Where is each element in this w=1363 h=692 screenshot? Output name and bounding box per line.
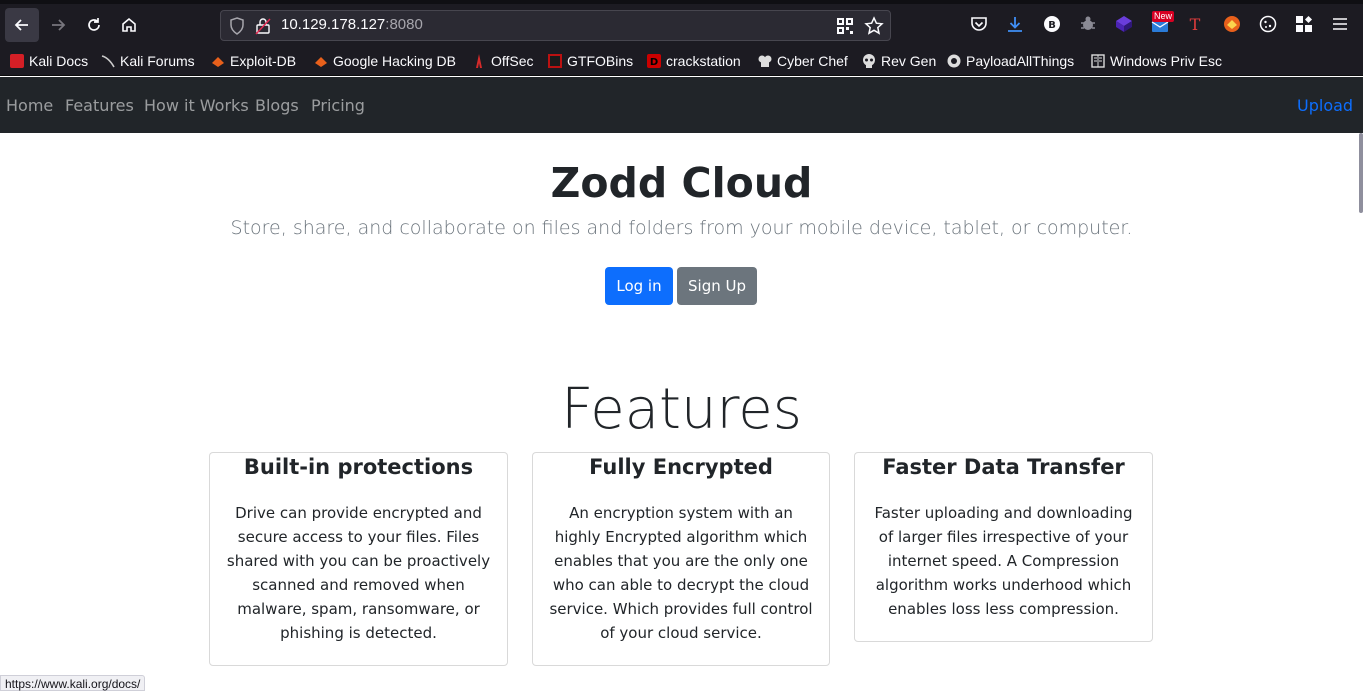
hamburger-menu-icon[interactable] xyxy=(1330,14,1350,34)
github-icon xyxy=(947,54,961,68)
offsec-icon xyxy=(472,54,486,68)
bookmark-label: GTFOBins xyxy=(567,53,633,69)
back-button[interactable] xyxy=(5,8,39,42)
feature-card-body: Drive can provide encrypted and secure a… xyxy=(226,501,491,645)
new-badge: New xyxy=(1152,11,1174,22)
bookmark-kali-forums[interactable]: Kali Forums xyxy=(101,52,195,70)
qr-code-icon[interactable] xyxy=(836,17,854,35)
bookmark-rev-gen[interactable]: Rev Gen xyxy=(862,52,936,70)
features-title: Features xyxy=(0,377,1363,442)
status-url-tooltip: https://www.kali.org/docs/ xyxy=(0,675,145,691)
bookmark-star-icon[interactable] xyxy=(864,16,884,36)
bookmark-offsec[interactable]: OffSec xyxy=(472,52,534,70)
nav-blogs[interactable]: Blogs xyxy=(255,96,299,115)
home-icon xyxy=(120,16,138,34)
hero-title: Zodd Cloud xyxy=(0,159,1363,207)
extension-b-icon[interactable]: B xyxy=(1042,14,1062,34)
extension-bug-icon[interactable] xyxy=(1078,14,1098,34)
login-button[interactable]: Log in xyxy=(605,267,673,305)
reload-icon xyxy=(85,16,103,34)
nav-home[interactable]: Home xyxy=(6,96,53,115)
bookmark-label: PayloadAllThings xyxy=(966,53,1074,69)
tab-strip xyxy=(0,0,1363,4)
pocket-icon[interactable] xyxy=(969,14,989,34)
arrow-left-icon xyxy=(13,16,31,34)
extension-t-icon[interactable]: T xyxy=(1185,14,1205,34)
bookmark-payloadallthings[interactable]: PayloadAllThings xyxy=(947,52,1074,70)
bookmark-cyber-chef[interactable]: Cyber Chef xyxy=(758,52,848,70)
arrow-right-icon xyxy=(49,16,67,34)
download-icon[interactable] xyxy=(1005,14,1025,34)
bookmark-label: crackstation xyxy=(666,53,741,69)
crackstation-icon: D xyxy=(647,54,661,68)
bookmark-label: Rev Gen xyxy=(881,53,936,69)
feature-card-encrypted: Fully Encrypted An encryption system wit… xyxy=(532,452,830,666)
cyberchef-icon xyxy=(758,54,772,68)
feature-card-transfer: Faster Data Transfer Faster uploading an… xyxy=(854,452,1153,642)
feature-card-title: Fully Encrypted xyxy=(549,455,813,479)
bookmark-label: Cyber Chef xyxy=(777,53,848,69)
nav-how-it-works[interactable]: How it Works xyxy=(144,96,249,115)
bookmark-label: Google Hacking DB xyxy=(333,53,456,69)
feature-card-body: Faster uploading and downloading of larg… xyxy=(871,501,1136,621)
bookmark-windows-priv-esc[interactable]: Windows Priv Esc xyxy=(1091,52,1222,70)
nav-upload[interactable]: Upload xyxy=(1297,96,1353,115)
hero-subtitle: Store, share, and collaborate on files a… xyxy=(0,217,1363,239)
feature-card-body: An encryption system with an highly Encr… xyxy=(549,501,813,645)
svg-text:D: D xyxy=(650,57,658,68)
bookmarks-bar: Kali Docs Kali Forums Exploit-DB Google … xyxy=(0,46,1363,76)
site-navbar: Home Features How it Works Blogs Pricing… xyxy=(0,77,1363,133)
shield-icon[interactable] xyxy=(229,17,245,35)
feature-card-title: Faster Data Transfer xyxy=(871,455,1136,479)
signup-button[interactable]: Sign Up xyxy=(677,267,757,305)
reload-button[interactable] xyxy=(77,8,111,42)
svg-text:T: T xyxy=(1190,15,1201,33)
ghdb-icon xyxy=(314,54,328,68)
bookmark-exploit-db[interactable]: Exploit-DB xyxy=(211,52,296,70)
bookmark-label: Kali Docs xyxy=(29,53,88,69)
extensions-puzzle-icon[interactable] xyxy=(1294,14,1314,34)
forward-button[interactable] xyxy=(41,8,75,42)
lock-warning-icon[interactable] xyxy=(255,17,271,35)
extension-cube-icon[interactable] xyxy=(1114,14,1134,34)
book-icon xyxy=(1091,54,1105,68)
nav-features[interactable]: Features xyxy=(65,96,134,115)
exploitdb-icon xyxy=(211,54,225,68)
feature-card-protections: Built-in protections Drive can provide e… xyxy=(209,452,508,666)
bookmark-google-hacking-db[interactable]: Google Hacking DB xyxy=(314,52,456,70)
bookmark-gtfobins[interactable]: GTFOBins xyxy=(548,52,633,70)
kali-dragon-icon xyxy=(101,54,115,68)
skull-icon xyxy=(862,54,876,68)
feature-card-title: Built-in protections xyxy=(226,455,491,479)
home-button[interactable] xyxy=(112,8,146,42)
extension-fox-icon[interactable] xyxy=(1222,14,1242,34)
url-host: 10.129.178.127 xyxy=(281,16,385,33)
bookmark-label: Kali Forums xyxy=(120,53,195,69)
nav-pricing[interactable]: Pricing xyxy=(311,96,365,115)
page-scrollbar[interactable] xyxy=(1359,133,1363,213)
url-port: :8080 xyxy=(385,16,423,33)
bookmark-kali-docs[interactable]: Kali Docs xyxy=(10,52,88,70)
bookmark-crackstation[interactable]: Dcrackstation xyxy=(647,52,741,70)
browser-toolbar: 10.129.178.127:8080 B New T xyxy=(0,0,1363,46)
web-page: Home Features How it Works Blogs Pricing… xyxy=(0,77,1363,691)
bookmark-label: OffSec xyxy=(491,53,534,69)
gtfobins-icon xyxy=(548,54,562,68)
url-text[interactable]: 10.129.178.127:8080 xyxy=(281,16,423,33)
cookie-icon[interactable] xyxy=(1258,14,1278,34)
svg-text:B: B xyxy=(1048,20,1056,31)
bookmark-label: Exploit-DB xyxy=(230,53,296,69)
bookmark-label: Windows Priv Esc xyxy=(1110,53,1222,69)
url-bar[interactable]: 10.129.178.127:8080 xyxy=(220,10,891,41)
kali-docs-icon xyxy=(10,54,24,68)
